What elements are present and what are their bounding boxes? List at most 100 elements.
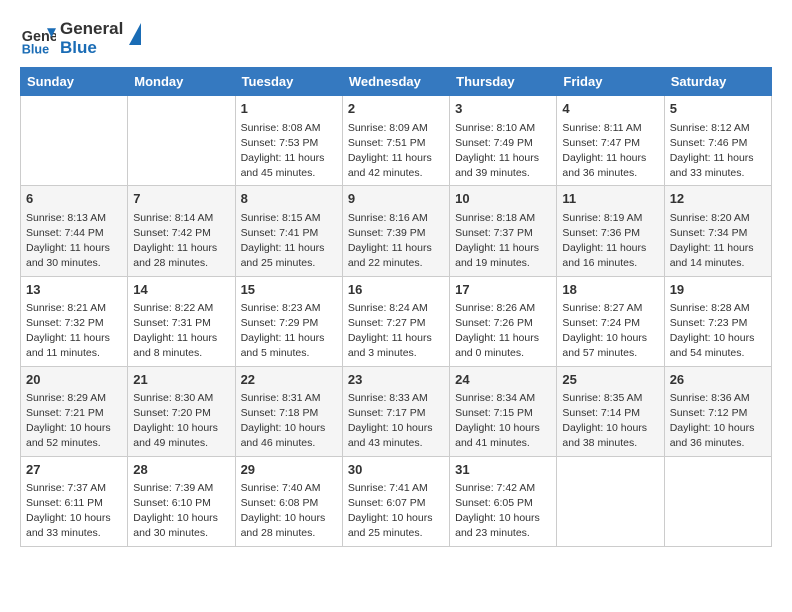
header-thursday: Thursday xyxy=(450,68,557,96)
day-info: Sunrise: 8:14 AM Sunset: 7:42 PM Dayligh… xyxy=(133,211,229,272)
calendar-header-row: SundayMondayTuesdayWednesdayThursdayFrid… xyxy=(21,68,772,96)
day-cell: 28Sunrise: 7:39 AM Sunset: 6:10 PM Dayli… xyxy=(128,456,235,546)
day-cell: 15 Sunrise: 8:23 AM Sunset: 7:29 PM Dayli… xyxy=(235,276,342,366)
day-info: Sunrise: 8:22 AM Sunset: 7:31 PM Dayligh… xyxy=(133,301,229,362)
day-number: 3 xyxy=(455,100,551,118)
day-cell: 19 Sunrise: 8:28 AM Sunset: 7:23 PM Dayli… xyxy=(664,276,771,366)
day-number: 17 xyxy=(455,281,551,299)
day-cell: 23 Sunrise: 8:33 AM Sunset: 7:17 PM Dayli… xyxy=(342,366,449,456)
day-number: 1 xyxy=(241,100,337,118)
day-cell: 24 Sunrise: 8:34 AM Sunset: 7:15 PM Dayli… xyxy=(450,366,557,456)
day-cell: 31Sunrise: 7:42 AM Sunset: 6:05 PM Dayli… xyxy=(450,456,557,546)
day-cell: 18Sunrise: 8:27 AM Sunset: 7:24 PM Dayli… xyxy=(557,276,664,366)
day-number: 27 xyxy=(26,461,122,479)
day-info: Sunrise: 8:16 AM Sunset: 7:39 PM Dayligh… xyxy=(348,211,444,272)
day-cell xyxy=(128,96,235,186)
day-cell: 1 Sunrise: 8:08 AM Sunset: 7:53 PM Daylig… xyxy=(235,96,342,186)
logo-triangle xyxy=(129,23,141,45)
day-number: 16 xyxy=(348,281,444,299)
day-number: 25 xyxy=(562,371,658,389)
day-number: 11 xyxy=(562,190,658,208)
day-info: Sunrise: 8:35 AM Sunset: 7:14 PM Dayligh… xyxy=(562,391,658,452)
day-number: 15 xyxy=(241,281,337,299)
day-info: Sunrise: 8:19 AM Sunset: 7:36 PM Dayligh… xyxy=(562,211,658,272)
day-cell xyxy=(664,456,771,546)
logo-blue: Blue xyxy=(60,39,123,58)
day-info: Sunrise: 8:33 AM Sunset: 7:17 PM Dayligh… xyxy=(348,391,444,452)
header-monday: Monday xyxy=(128,68,235,96)
day-cell: 30Sunrise: 7:41 AM Sunset: 6:07 PM Dayli… xyxy=(342,456,449,546)
day-number: 14 xyxy=(133,281,229,299)
day-cell: 25 Sunrise: 8:35 AM Sunset: 7:14 PM Dayli… xyxy=(557,366,664,456)
day-info: Sunrise: 7:40 AM Sunset: 6:08 PM Dayligh… xyxy=(241,481,337,542)
day-info: Sunrise: 8:29 AM Sunset: 7:21 PM Dayligh… xyxy=(26,391,122,452)
week-row-3: 13 Sunrise: 8:21 AM Sunset: 7:32 PM Dayli… xyxy=(21,276,772,366)
header-friday: Friday xyxy=(557,68,664,96)
day-cell: 22 Sunrise: 8:31 AM Sunset: 7:18 PM Dayli… xyxy=(235,366,342,456)
day-cell: 8 Sunrise: 8:15 AM Sunset: 7:41 PM Daylig… xyxy=(235,186,342,276)
day-cell: 3 Sunrise: 8:10 AM Sunset: 7:49 PM Daylig… xyxy=(450,96,557,186)
day-number: 24 xyxy=(455,371,551,389)
header-tuesday: Tuesday xyxy=(235,68,342,96)
day-number: 29 xyxy=(241,461,337,479)
day-cell: 11 Sunrise: 8:19 AM Sunset: 7:36 PM Dayli… xyxy=(557,186,664,276)
day-info: Sunrise: 8:31 AM Sunset: 7:18 PM Dayligh… xyxy=(241,391,337,452)
day-cell: 13 Sunrise: 8:21 AM Sunset: 7:32 PM Dayli… xyxy=(21,276,128,366)
day-cell: 10Sunrise: 8:18 AM Sunset: 7:37 PM Dayli… xyxy=(450,186,557,276)
header-wednesday: Wednesday xyxy=(342,68,449,96)
header-sunday: Sunday xyxy=(21,68,128,96)
day-number: 13 xyxy=(26,281,122,299)
week-row-1: 1 Sunrise: 8:08 AM Sunset: 7:53 PM Daylig… xyxy=(21,96,772,186)
logo: General Blue General Blue xyxy=(20,20,141,57)
day-number: 23 xyxy=(348,371,444,389)
day-cell: 5Sunrise: 8:12 AM Sunset: 7:46 PM Daylig… xyxy=(664,96,771,186)
day-info: Sunrise: 7:42 AM Sunset: 6:05 PM Dayligh… xyxy=(455,481,551,542)
day-cell xyxy=(21,96,128,186)
day-number: 22 xyxy=(241,371,337,389)
day-info: Sunrise: 8:21 AM Sunset: 7:32 PM Dayligh… xyxy=(26,301,122,362)
day-cell: 27 Sunrise: 7:37 AM Sunset: 6:11 PM Dayli… xyxy=(21,456,128,546)
week-row-4: 20 Sunrise: 8:29 AM Sunset: 7:21 PM Dayli… xyxy=(21,366,772,456)
day-cell: 20 Sunrise: 8:29 AM Sunset: 7:21 PM Dayli… xyxy=(21,366,128,456)
day-number: 6 xyxy=(26,190,122,208)
day-info: Sunrise: 8:30 AM Sunset: 7:20 PM Dayligh… xyxy=(133,391,229,452)
day-number: 19 xyxy=(670,281,766,299)
day-number: 20 xyxy=(26,371,122,389)
day-cell xyxy=(557,456,664,546)
day-info: Sunrise: 8:12 AM Sunset: 7:46 PM Dayligh… xyxy=(670,121,766,182)
day-info: Sunrise: 7:37 AM Sunset: 6:11 PM Dayligh… xyxy=(26,481,122,542)
day-info: Sunrise: 7:39 AM Sunset: 6:10 PM Dayligh… xyxy=(133,481,229,542)
day-info: Sunrise: 8:23 AM Sunset: 7:29 PM Dayligh… xyxy=(241,301,337,362)
svg-text:Blue: Blue xyxy=(22,42,49,56)
day-info: Sunrise: 8:18 AM Sunset: 7:37 PM Dayligh… xyxy=(455,211,551,272)
day-number: 30 xyxy=(348,461,444,479)
day-info: Sunrise: 8:20 AM Sunset: 7:34 PM Dayligh… xyxy=(670,211,766,272)
day-number: 4 xyxy=(562,100,658,118)
logo-icon: General Blue xyxy=(20,21,56,57)
day-info: Sunrise: 8:08 AM Sunset: 7:53 PM Dayligh… xyxy=(241,121,337,182)
day-cell: 29 Sunrise: 7:40 AM Sunset: 6:08 PM Dayli… xyxy=(235,456,342,546)
day-cell: 16 Sunrise: 8:24 AM Sunset: 7:27 PM Dayli… xyxy=(342,276,449,366)
day-info: Sunrise: 8:34 AM Sunset: 7:15 PM Dayligh… xyxy=(455,391,551,452)
day-number: 8 xyxy=(241,190,337,208)
day-number: 26 xyxy=(670,371,766,389)
header-saturday: Saturday xyxy=(664,68,771,96)
day-cell: 14 Sunrise: 8:22 AM Sunset: 7:31 PM Dayli… xyxy=(128,276,235,366)
day-cell: 9 Sunrise: 8:16 AM Sunset: 7:39 PM Daylig… xyxy=(342,186,449,276)
day-number: 9 xyxy=(348,190,444,208)
day-cell: 6 Sunrise: 8:13 AM Sunset: 7:44 PM Daylig… xyxy=(21,186,128,276)
day-cell: 7Sunrise: 8:14 AM Sunset: 7:42 PM Daylig… xyxy=(128,186,235,276)
day-number: 12 xyxy=(670,190,766,208)
day-info: Sunrise: 8:13 AM Sunset: 7:44 PM Dayligh… xyxy=(26,211,122,272)
day-info: Sunrise: 8:28 AM Sunset: 7:23 PM Dayligh… xyxy=(670,301,766,362)
day-cell: 2Sunrise: 8:09 AM Sunset: 7:51 PM Daylig… xyxy=(342,96,449,186)
day-number: 2 xyxy=(348,100,444,118)
day-info: Sunrise: 8:26 AM Sunset: 7:26 PM Dayligh… xyxy=(455,301,551,362)
week-row-2: 6 Sunrise: 8:13 AM Sunset: 7:44 PM Daylig… xyxy=(21,186,772,276)
day-number: 21 xyxy=(133,371,229,389)
day-info: Sunrise: 8:15 AM Sunset: 7:41 PM Dayligh… xyxy=(241,211,337,272)
day-cell: 12 Sunrise: 8:20 AM Sunset: 7:34 PM Dayli… xyxy=(664,186,771,276)
day-info: Sunrise: 8:10 AM Sunset: 7:49 PM Dayligh… xyxy=(455,121,551,182)
day-info: Sunrise: 8:24 AM Sunset: 7:27 PM Dayligh… xyxy=(348,301,444,362)
calendar-table: SundayMondayTuesdayWednesdayThursdayFrid… xyxy=(20,67,772,546)
